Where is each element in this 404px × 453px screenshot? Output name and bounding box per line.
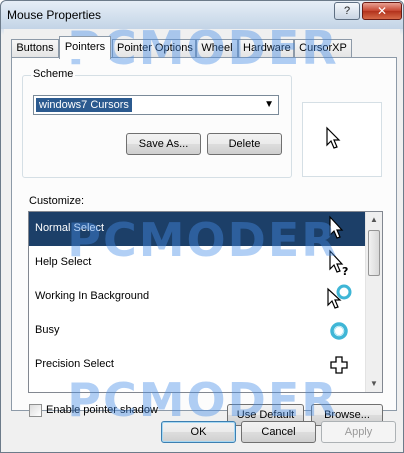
help-button[interactable]: ? (334, 2, 360, 20)
pointers-tab-panel: Scheme windows7 Cursors ▼ Save As... Del… (11, 57, 397, 426)
tab-wheel[interactable]: Wheel (196, 39, 238, 58)
chevron-down-icon[interactable]: ▼ (264, 99, 274, 110)
list-item-precision-select[interactable]: Precision Select (29, 348, 366, 382)
arrow-cursor-icon (326, 126, 341, 149)
cursor-list[interactable]: Normal Select Help Select ? Working In B… (28, 211, 383, 393)
scroll-down-icon[interactable]: ▼ (366, 376, 382, 392)
pointer-shadow-checkbox[interactable] (29, 404, 42, 417)
list-item-label: Help Select (35, 256, 92, 268)
apply-button[interactable]: Apply (321, 421, 396, 443)
scheme-label: Scheme (31, 68, 76, 80)
scrollbar-thumb[interactable] (368, 230, 380, 276)
list-item-label: Busy (35, 324, 60, 336)
pointer-shadow-label: Enable pointer shadow (46, 404, 158, 416)
save-as-button[interactable]: Save As... (126, 133, 201, 155)
list-item-label: Working In Background (35, 290, 150, 302)
tab-buttons[interactable]: Buttons (11, 39, 59, 58)
scheme-group: Scheme windows7 Cursors ▼ Save As... Del… (22, 68, 292, 178)
close-button[interactable]: ✕ (362, 2, 402, 20)
scheme-dropdown[interactable]: windows7 Cursors ▼ (33, 95, 279, 115)
ok-button[interactable]: OK (161, 421, 236, 443)
arrow-cursor-icon (329, 215, 344, 239)
tab-pointers[interactable]: Pointers (59, 36, 111, 59)
list-item-help-select[interactable]: Help Select ? (29, 246, 366, 280)
list-item-normal-select[interactable]: Normal Select (29, 212, 366, 246)
delete-button[interactable]: Delete (207, 133, 282, 155)
mouse-properties-window: Mouse Properties ? ✕ Buttons Pointers Po… (0, 0, 404, 453)
cursor-preview (302, 102, 382, 177)
list-item-busy[interactable]: Busy (29, 314, 366, 348)
tab-pointer-options[interactable]: Pointer Options (112, 39, 196, 58)
help-cursor-icon: ? (329, 249, 348, 277)
svg-text:?: ? (342, 265, 348, 277)
tab-cursorxp[interactable]: CursorXP (294, 39, 352, 58)
cancel-button[interactable]: Cancel (241, 421, 316, 443)
dialog-client-area: Buttons Pointers Pointer Options Wheel H… (4, 29, 400, 451)
title-bar[interactable]: Mouse Properties ? ✕ (1, 1, 403, 29)
scheme-selected-value: windows7 Cursors (36, 98, 132, 112)
scroll-up-icon[interactable]: ▲ (366, 212, 382, 228)
window-title: Mouse Properties (7, 8, 102, 22)
tab-hardware[interactable]: Hardware (238, 39, 294, 58)
customize-label: Customize: (29, 195, 85, 207)
list-scrollbar[interactable]: ▲ ▼ (365, 212, 382, 392)
list-item-label: Normal Select (35, 222, 105, 234)
working-cursor-icon (327, 284, 352, 309)
precision-cursor-icon (330, 356, 348, 374)
list-item-working-in-background[interactable]: Working In Background (29, 280, 366, 314)
busy-cursor-icon (330, 322, 348, 340)
list-item-label: Precision Select (35, 358, 114, 370)
